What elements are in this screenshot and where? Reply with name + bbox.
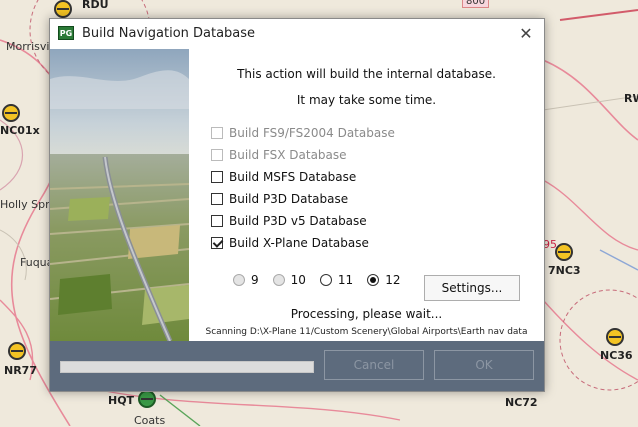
- progress-bar: [60, 361, 314, 373]
- dialog-footer: Cancel OK: [50, 341, 544, 391]
- option-p3d[interactable]: Build P3D Database: [211, 190, 348, 208]
- option-xplane[interactable]: Build X-Plane Database: [211, 234, 369, 252]
- version-11-label: 11: [337, 273, 354, 287]
- xplane-version-9[interactable]: 9: [233, 273, 259, 287]
- xplane-version-group: 9 10 11 12: [233, 273, 400, 287]
- airport-7nc3-icon[interactable]: [555, 243, 573, 261]
- version-10-radio[interactable]: [272, 274, 285, 286]
- xplane-version-12[interactable]: 12: [367, 273, 400, 287]
- map-label-hqt[interactable]: HQT: [108, 394, 134, 407]
- map-label-coats: Coats: [134, 414, 166, 427]
- fs9-checkbox[interactable]: [211, 127, 223, 139]
- version-10-label: 10: [290, 273, 306, 287]
- fsx-checkbox[interactable]: [211, 149, 223, 161]
- map-label-nc72[interactable]: NC72: [505, 396, 538, 409]
- dialog-content: This action will build the internal data…: [189, 49, 544, 341]
- aerial-landscape-image: [50, 49, 189, 341]
- map-badge-top: 800: [462, 0, 490, 8]
- airport-rdu-icon[interactable]: [54, 0, 72, 18]
- option-fsx[interactable]: Build FSX Database: [211, 146, 347, 164]
- cancel-button[interactable]: Cancel: [324, 350, 424, 380]
- airport-nc01-icon[interactable]: [2, 104, 20, 122]
- p3d-v5-checkbox[interactable]: [211, 215, 223, 227]
- dialog-title: Build Navigation Database: [82, 26, 256, 41]
- map-label-morrisville: Morrisvi: [6, 40, 50, 53]
- version-11-radio[interactable]: [319, 274, 332, 286]
- map-label-nc36[interactable]: NC36: [600, 349, 633, 362]
- xplane-label: Build X-Plane Database: [229, 236, 369, 250]
- settings-button[interactable]: Settings...: [424, 275, 520, 301]
- airport-nc36-icon[interactable]: [606, 328, 624, 346]
- fs9-label: Build FS9/FS2004 Database: [229, 126, 395, 140]
- map-label-rw[interactable]: RW: [624, 92, 638, 105]
- p3d-v5-label: Build P3D v5 Database: [229, 214, 367, 228]
- airport-nr77-icon[interactable]: [8, 342, 26, 360]
- scanning-path: Scanning D:\X-Plane 11/Custom Scenery\Gl…: [205, 327, 528, 337]
- msfs-label: Build MSFS Database: [229, 170, 357, 184]
- version-12-radio[interactable]: [367, 274, 380, 286]
- version-12-label: 12: [385, 273, 401, 287]
- aerial-photo: [50, 49, 189, 341]
- option-p3d-v5[interactable]: Build P3D v5 Database: [211, 212, 367, 230]
- xplane-checkbox[interactable]: [211, 237, 223, 249]
- option-msfs[interactable]: Build MSFS Database: [211, 168, 356, 186]
- app-logo-icon: PG: [58, 26, 74, 40]
- option-fs9[interactable]: Build FS9/FS2004 Database: [211, 124, 395, 142]
- map-label-nc01[interactable]: NC01x: [0, 124, 40, 137]
- p3d-checkbox[interactable]: [211, 193, 223, 205]
- version-9-radio[interactable]: [233, 274, 245, 286]
- build-database-dialog: PG Build Navigation Database ✕ This acti…: [49, 18, 545, 392]
- p3d-label: Build P3D Database: [229, 192, 349, 206]
- version-9-label: 9: [251, 273, 259, 287]
- close-button[interactable]: ✕: [516, 24, 536, 44]
- airport-hqt-icon[interactable]: [138, 390, 156, 408]
- processing-status: Processing, please wait...: [290, 307, 443, 321]
- ok-button[interactable]: OK: [434, 350, 534, 380]
- map-label-nr77[interactable]: NR77: [4, 364, 37, 377]
- dialog-titlebar[interactable]: PG Build Navigation Database ✕: [50, 19, 544, 49]
- fsx-label: Build FSX Database: [229, 148, 347, 162]
- xplane-version-11[interactable]: 11: [319, 273, 354, 287]
- info-message-1: This action will build the internal data…: [237, 67, 496, 81]
- xplane-version-10[interactable]: 10: [272, 273, 306, 287]
- map-label-7nc3[interactable]: 7NC3: [548, 264, 581, 277]
- msfs-checkbox[interactable]: [211, 171, 223, 183]
- info-message-2: It may take some time.: [296, 93, 437, 107]
- map-label-rdu[interactable]: RDU: [82, 0, 109, 11]
